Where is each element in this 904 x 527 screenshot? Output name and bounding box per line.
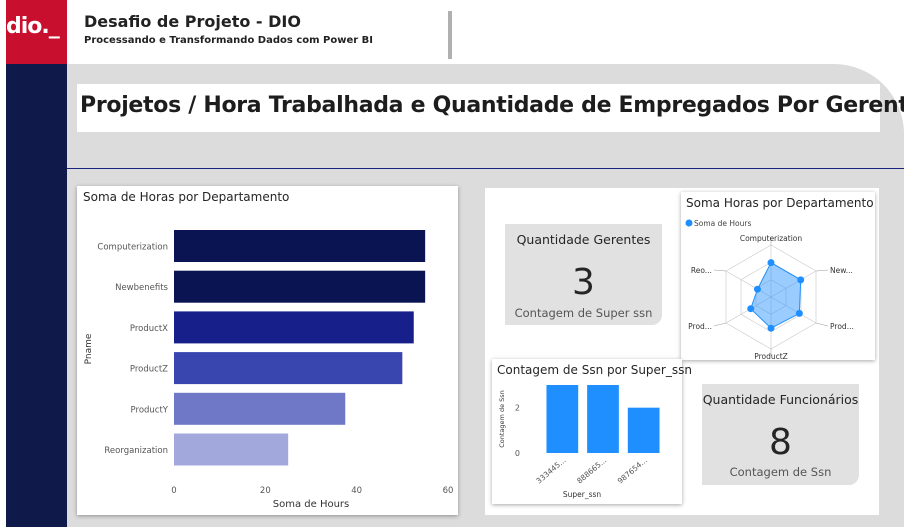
- column-bar: [587, 385, 619, 453]
- category-label: Computerization: [97, 243, 168, 253]
- kpi-funcionarios-value: 8: [769, 422, 792, 463]
- kpi-gerentes-subtitle: Contagem de Super ssn: [514, 306, 653, 320]
- x-tick-label: 888665...: [575, 456, 608, 486]
- header-divider: [448, 11, 452, 59]
- radar-point: [767, 324, 775, 332]
- hours-by-department-bar-visual[interactable]: Soma de Horas por Departamento Computeri…: [77, 186, 458, 515]
- category-label: Newbenefits: [115, 283, 168, 293]
- page-title: Projetos / Hora Trabalhada e Quantidade …: [80, 93, 904, 118]
- report-subtitle: Processando e Transformando Dados com Po…: [84, 35, 373, 46]
- bar: [174, 230, 426, 262]
- leader-line: [713, 269, 726, 272]
- leader-line: [815, 322, 829, 327]
- radar-point: [797, 276, 805, 284]
- bar: [174, 270, 426, 303]
- y-tick-label: 2: [515, 404, 520, 413]
- kpi-funcionarios-card[interactable]: Quantidade Funcionários 8 Contagem de Ss…: [702, 384, 859, 485]
- bar: [174, 392, 346, 425]
- x-tick-label: 40: [351, 486, 362, 496]
- x-tick-label: 60: [443, 486, 454, 496]
- bar: [174, 352, 403, 385]
- radar-axis-label: Reo...: [691, 266, 712, 275]
- radar-point: [795, 309, 803, 317]
- legend-marker: [685, 219, 693, 227]
- kpi-funcionarios-title: Quantidade Funcionários: [702, 392, 859, 407]
- x-axis-title: Super_ssn: [563, 490, 602, 499]
- x-axis-title: Soma de Hours: [273, 499, 350, 510]
- report-title: Desafio de Projeto - DIO: [84, 12, 301, 31]
- radar-area: [750, 262, 802, 329]
- radar-point: [747, 305, 755, 313]
- kpi-gerentes-title: Quantidade Gerentes: [516, 232, 651, 247]
- y-axis-title: Contagem de Ssn: [498, 390, 506, 448]
- logo-text: dio._: [6, 14, 60, 39]
- bar: [174, 433, 289, 466]
- leader-line: [713, 322, 727, 327]
- hours-bar-chart: Computerization Newbenefits ProductX Produc…: [84, 230, 454, 510]
- radar-axis-label: ProductZ: [754, 352, 788, 360]
- y-axis-title: Pname: [84, 333, 94, 364]
- radar-axis-label: New...: [830, 266, 853, 275]
- x-tick-label: 987654...: [616, 456, 649, 486]
- column-bar: [546, 385, 579, 453]
- y-tick-label: 0: [515, 449, 520, 458]
- hours-by-department-radar-visual[interactable]: Soma Horas por Departamento Soma de Hour…: [681, 192, 875, 360]
- radar-point: [753, 285, 761, 293]
- legend-label: Soma de Hours: [694, 219, 751, 228]
- x-tick-label: 0: [171, 486, 176, 496]
- category-label: ProductZ: [130, 365, 168, 375]
- category-label: ProductX: [130, 324, 168, 334]
- dio-logo: dio._: [6, 0, 67, 64]
- sidebar: [6, 0, 67, 527]
- radar-point: [767, 259, 775, 267]
- category-label: ProductY: [131, 405, 169, 415]
- radar-chart: Soma de Hours Computerization New... Prod..…: [685, 219, 854, 360]
- column-bar: [627, 407, 660, 453]
- radar-axis-label: Prod...: [830, 322, 854, 331]
- kpi-gerentes-value: 3: [572, 262, 595, 303]
- kpi-funcionarios-subtitle: Contagem de Ssn: [729, 465, 832, 479]
- radar-axis-label: Prod...: [688, 322, 712, 331]
- category-label: Reorganization: [104, 446, 168, 456]
- ssn-count-by-super-ssn-visual[interactable]: Contagem de Ssn por Super_ssn 333445... 8…: [492, 359, 692, 504]
- bar: [174, 311, 414, 344]
- kpi-gerentes-card[interactable]: Quantidade Gerentes 3 Contagem de Super …: [505, 224, 662, 325]
- x-tick-label: 333445...: [534, 456, 567, 486]
- x-tick-label: 20: [260, 486, 271, 496]
- leader-line: [816, 269, 829, 272]
- column-chart: 333445... 888665... 987654... 0 2 Super_ssn Co…: [498, 385, 660, 499]
- radar-axis-label: Computerization: [740, 234, 803, 243]
- title-divider: [67, 168, 904, 169]
